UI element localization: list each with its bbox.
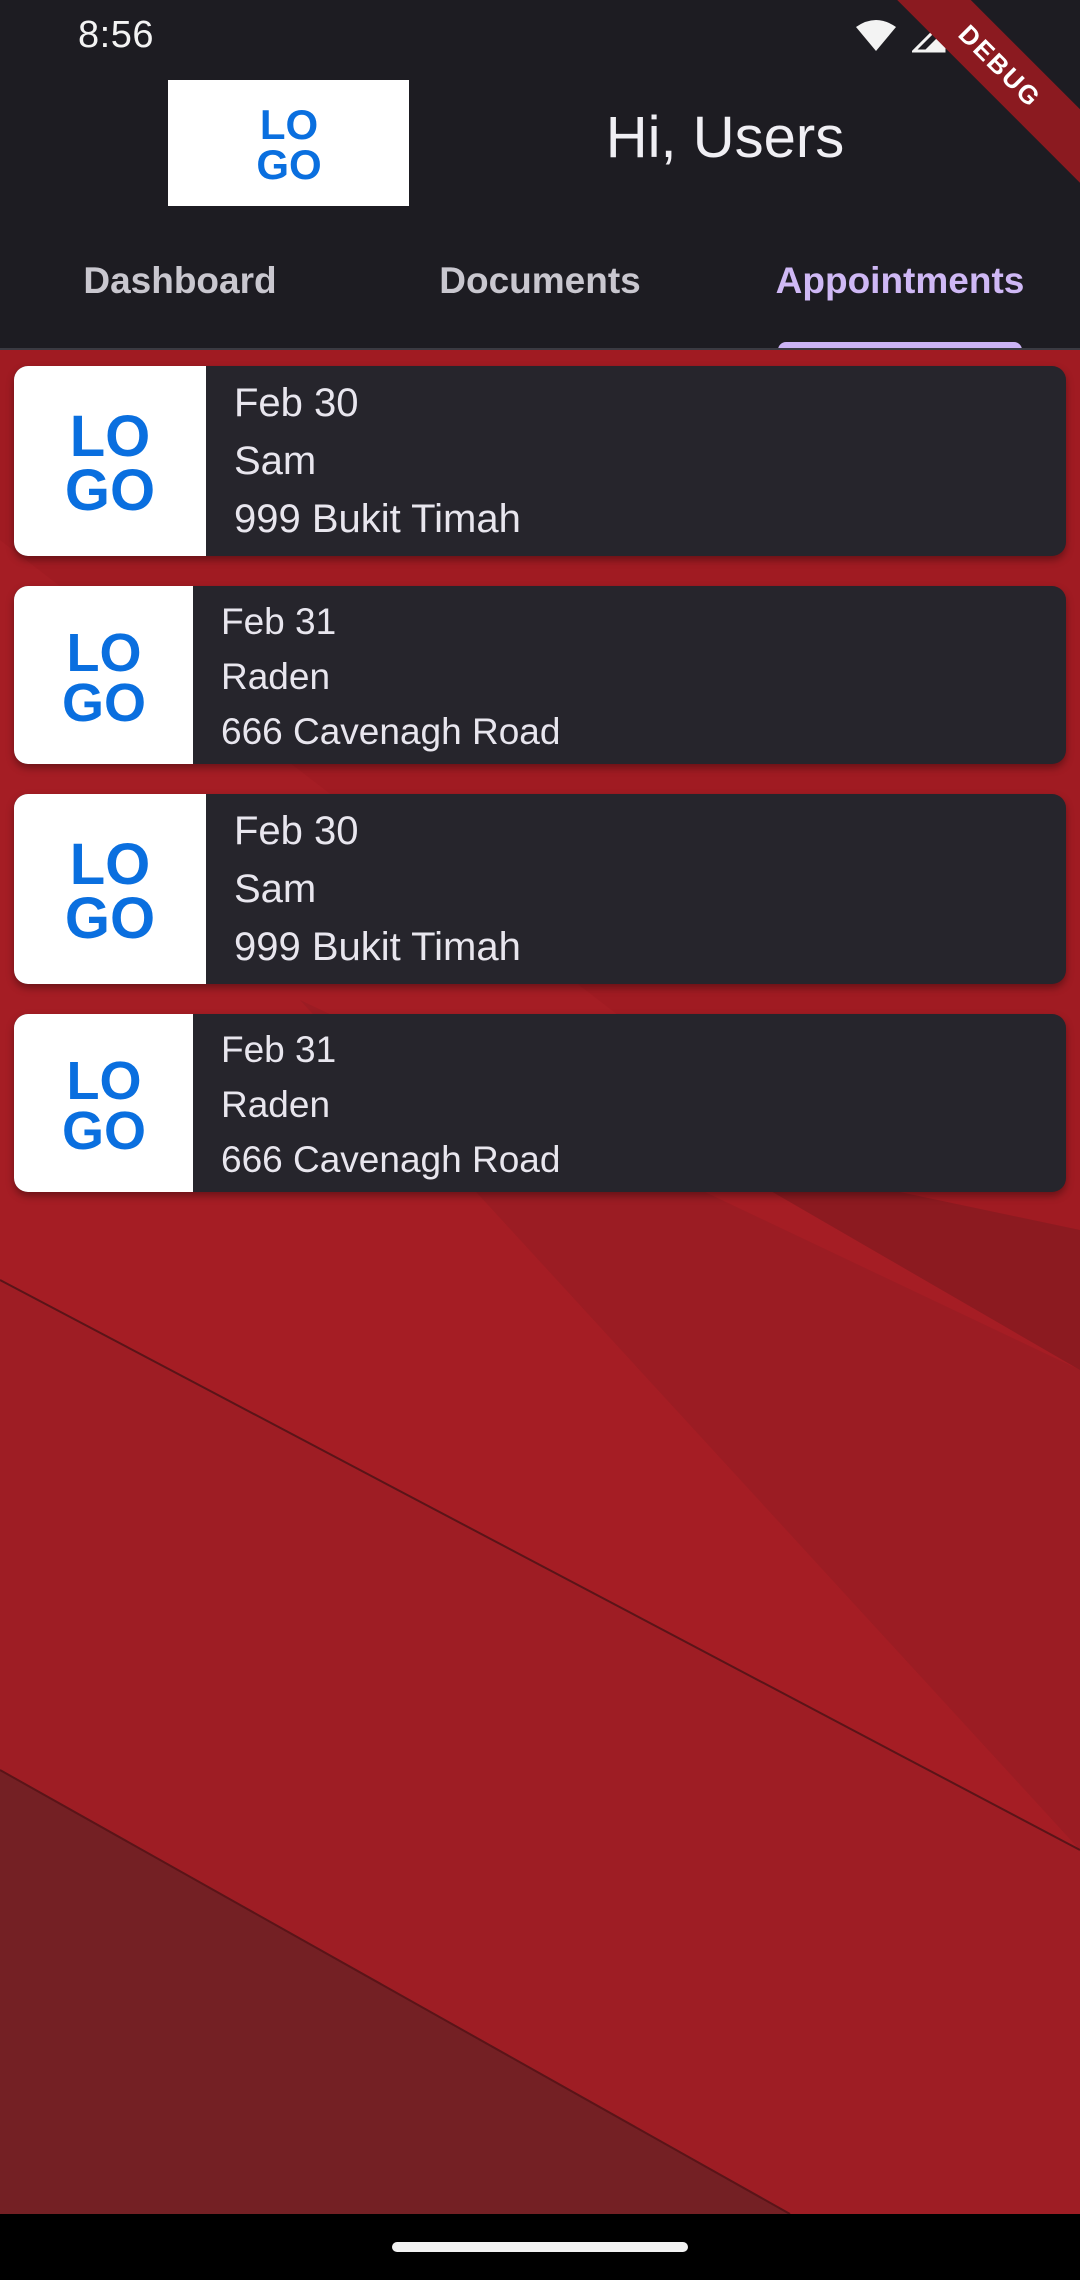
svg-text:GO: GO bbox=[256, 141, 321, 183]
appointment-person: Raden bbox=[221, 1084, 331, 1125]
appointment-details: Feb 31 Raden 666 Cavenagh Road bbox=[193, 1014, 560, 1192]
appointment-card[interactable]: LO GO Feb 31 Raden 666 Cavenagh Road bbox=[14, 1014, 1066, 1192]
tab-label: Documents bbox=[439, 260, 641, 301]
svg-text:GO: GO bbox=[61, 673, 145, 725]
tab-appointments[interactable]: Appointments bbox=[720, 240, 1080, 350]
home-gesture-handle[interactable] bbox=[392, 2242, 688, 2252]
app-logo: LO GO bbox=[168, 80, 409, 206]
app-header: 8:56 DEBUG LO GO Hi, Users Dashboard Doc… bbox=[0, 0, 1080, 350]
appointment-details: Feb 30 Sam 999 Bukit Timah bbox=[206, 366, 521, 556]
appointment-logo: LO GO bbox=[14, 1014, 193, 1192]
appointment-card[interactable]: LO GO Feb 30 Sam 999 Bukit Timah bbox=[14, 794, 1066, 984]
logo-mark-icon: LO GO bbox=[61, 1053, 145, 1153]
svg-text:GO: GO bbox=[65, 886, 155, 944]
logo-mark-icon: LO GO bbox=[65, 834, 155, 944]
tab-label: Appointments bbox=[775, 260, 1025, 301]
appointment-address: 999 Bukit Timah bbox=[234, 925, 521, 969]
appointment-card[interactable]: LO GO Feb 30 Sam 999 Bukit Timah bbox=[14, 366, 1066, 556]
tab-dashboard[interactable]: Dashboard bbox=[0, 240, 360, 350]
appointment-date: Feb 30 bbox=[234, 381, 359, 425]
greeting-text: Hi, Users bbox=[605, 105, 845, 170]
system-navigation-bar bbox=[0, 2214, 1080, 2280]
logo-mark-icon: LO GO bbox=[61, 625, 145, 725]
logo-mark-icon: LO GO bbox=[256, 103, 321, 183]
appointment-card[interactable]: LO GO Feb 31 Raden 666 Cavenagh Road bbox=[14, 586, 1066, 764]
svg-text:GO: GO bbox=[61, 1101, 145, 1153]
appointment-address: 999 Bukit Timah bbox=[234, 497, 521, 541]
wifi-icon bbox=[856, 19, 896, 53]
appointment-address: 666 Cavenagh Road bbox=[221, 711, 561, 752]
appointment-person: Sam bbox=[234, 439, 317, 483]
appointment-date: Feb 31 bbox=[221, 1029, 337, 1070]
appointment-details: Feb 31 Raden 666 Cavenagh Road bbox=[193, 586, 560, 764]
appointment-logo: LO GO bbox=[14, 586, 193, 764]
appointment-person: Raden bbox=[221, 656, 331, 697]
logo-mark-icon: LO GO bbox=[65, 406, 155, 516]
appointment-details: Feb 30 Sam 999 Bukit Timah bbox=[206, 794, 521, 984]
appointment-date: Feb 31 bbox=[221, 601, 337, 642]
appointment-logo: LO GO bbox=[14, 794, 206, 984]
tab-documents[interactable]: Documents bbox=[360, 240, 720, 350]
svg-text:GO: GO bbox=[65, 458, 155, 516]
appointment-address: 666 Cavenagh Road bbox=[221, 1139, 561, 1180]
appointment-person: Sam bbox=[234, 867, 317, 911]
tab-bar: Dashboard Documents Appointments bbox=[0, 240, 1080, 350]
tab-label: Dashboard bbox=[83, 260, 277, 301]
status-time: 8:56 bbox=[78, 14, 154, 56]
appointment-date: Feb 30 bbox=[234, 809, 359, 853]
appointment-logo: LO GO bbox=[14, 366, 206, 556]
